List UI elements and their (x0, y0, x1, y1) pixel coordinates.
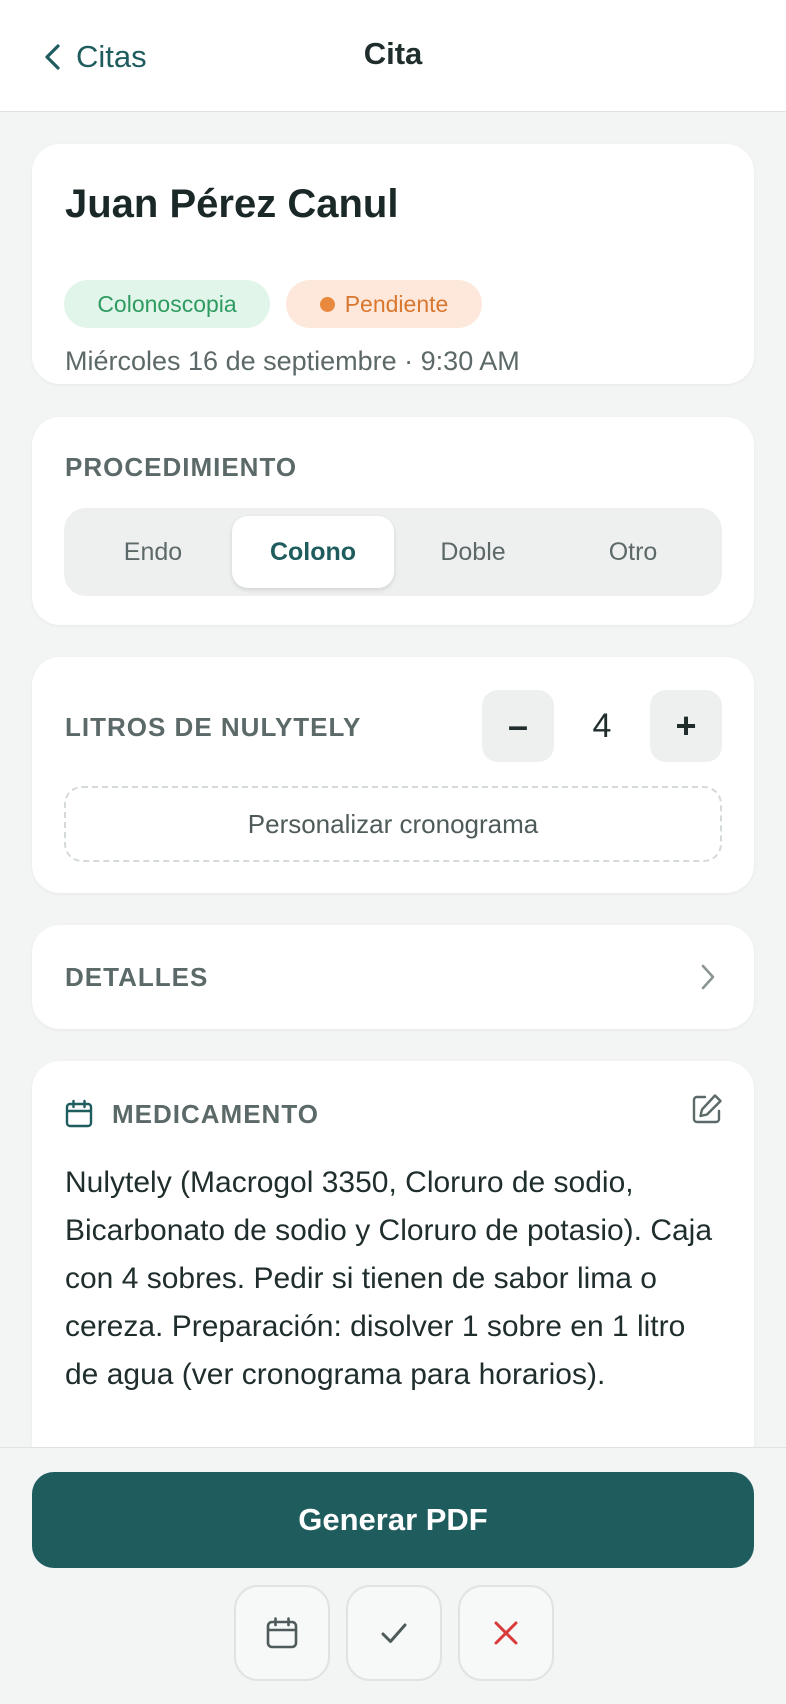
medication-description: Nulytely (Macrogol 3350, Cloruro de sodi… (65, 1166, 713, 1391)
status-dot-icon (319, 296, 335, 312)
check-icon (381, 1623, 407, 1643)
appointment-datetime: Miércoles 16 de septiembre · 9:30 AM (65, 346, 520, 376)
segment-doble[interactable]: Doble (392, 516, 554, 588)
close-icon (494, 1621, 518, 1645)
segment-endo[interactable]: Endo (72, 516, 234, 588)
content-scroll[interactable]: Juan Pérez Canul Colonoscopia Pendiente … (0, 113, 786, 1447)
bottom-action-bar: Generar PDF (0, 1447, 786, 1704)
patient-name: Juan Pérez Canul (65, 182, 399, 226)
increment-button[interactable]: + (650, 690, 722, 762)
procedure-card: PROCEDIMIENTO Endo Colono Doble Otro (32, 417, 754, 625)
generate-pdf-button[interactable]: Generar PDF (32, 1472, 754, 1568)
details-row[interactable]: DETALLES (32, 925, 754, 1029)
details-section-label: DETALLES (65, 962, 209, 992)
segment-otro[interactable]: Otro (552, 516, 714, 588)
liters-card: LITROS DE NULYTELY – 4 + Personalizar cr… (32, 657, 754, 893)
segment-colono[interactable]: Colono (232, 516, 394, 588)
status-badge: Pendiente (286, 280, 482, 328)
procedure-segmented-control: Endo Colono Doble Otro (64, 508, 722, 596)
reschedule-button[interactable] (234, 1585, 330, 1681)
liters-value: 4 (592, 706, 612, 745)
status-label: Pendiente (344, 290, 449, 317)
procedure-badge: Colonoscopia (64, 280, 270, 328)
procedure-section-label: PROCEDIMIENTO (65, 452, 298, 482)
edit-icon[interactable] (690, 1092, 724, 1126)
customize-schedule-button[interactable]: Personalizar cronograma (64, 786, 722, 862)
page-title: Cita (363, 36, 423, 71)
liters-section-label: LITROS DE NULYTELY (65, 712, 362, 742)
cancel-appointment-button[interactable] (458, 1585, 554, 1681)
patient-card: Juan Pérez Canul Colonoscopia Pendiente … (32, 144, 754, 384)
calendar-icon (65, 1099, 93, 1128)
confirm-button[interactable] (346, 1585, 442, 1681)
decrement-button[interactable]: – (482, 690, 554, 762)
chevron-right-icon (701, 964, 715, 990)
medication-card: MEDICAMENTO Nulytely (Macrogol 3350, Clo… (32, 1061, 754, 1447)
nav-bar: Citas Cita (0, 0, 786, 112)
medication-section-label: MEDICAMENTO (112, 1099, 319, 1129)
calendar-icon (266, 1617, 298, 1649)
